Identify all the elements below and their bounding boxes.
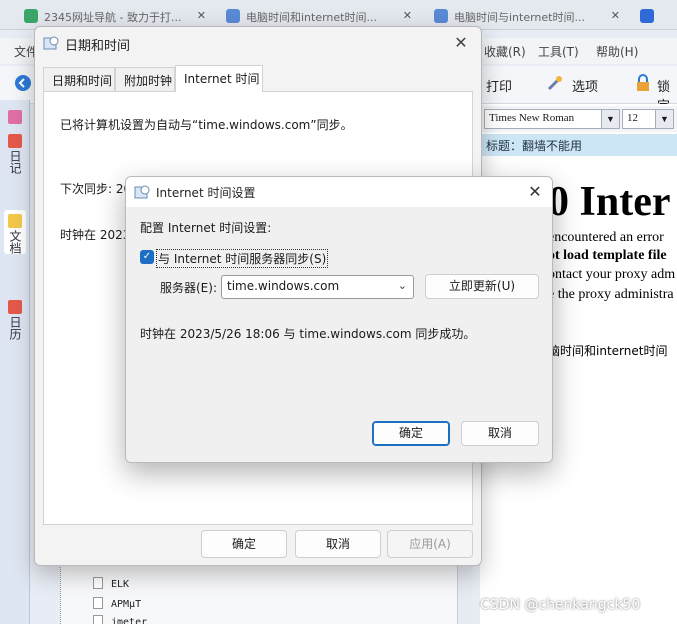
doc-heading: 0 Inter <box>548 179 671 225</box>
close-icon[interactable]: ✕ <box>611 9 620 22</box>
browser-tab-2[interactable]: 电脑时间和internet时间... ✕ <box>220 4 416 28</box>
tree-item[interactable]: APMμT <box>93 597 141 610</box>
next-sync-text: 下次同步: 20 <box>60 182 132 196</box>
tree-item[interactable]: jmeter <box>93 615 147 624</box>
browser-tab-3[interactable]: 电脑时间与internet时间... ✕ <box>428 4 624 28</box>
doc-title-bar: 标题：翻墙不能用 <box>480 134 677 156</box>
font-name-select[interactable]: Times New Roman ▼ <box>484 109 620 129</box>
dialog-title: Internet 时间设置 <box>156 186 256 200</box>
lock-icon <box>637 74 649 91</box>
file-icon <box>93 577 103 589</box>
apply-button[interactable]: 应用(A) <box>387 530 473 558</box>
sidebar-item-label: 日历 <box>8 316 22 340</box>
home-icon <box>24 9 38 23</box>
gear-icon <box>226 9 240 23</box>
file-icon <box>93 615 103 624</box>
close-icon[interactable]: ✕ <box>403 9 412 22</box>
print-button[interactable]: 打印 <box>486 76 512 95</box>
menu-favorites[interactable]: 收藏(R) <box>484 43 526 60</box>
auto-sync-text: 已将计算机设置为自动与“time.windows.com”同步。 <box>60 118 353 132</box>
chevron-down-icon: ▼ <box>601 110 619 128</box>
cancel-button[interactable]: 取消 <box>461 421 539 446</box>
clock-icon <box>43 36 59 50</box>
back-icon[interactable] <box>14 74 32 92</box>
browser-tab-label: 2345网址导航 - 致力于打... <box>44 11 182 24</box>
app-icon <box>640 9 654 23</box>
app-sidebar: 日记 文档 日历 <box>0 100 30 624</box>
doc-line: encountered an error <box>548 230 664 245</box>
document-icon <box>8 214 22 228</box>
tab-additional-clocks[interactable]: 附加时钟 <box>115 67 175 91</box>
chevron-down-icon: ▼ <box>655 110 673 128</box>
gear-icon <box>434 9 448 23</box>
browser-tab-1[interactable]: 2345网址导航 - 致力于打... ✕ <box>18 4 210 28</box>
doc-line: ot load template file <box>548 248 667 263</box>
tree-item[interactable]: ELK <box>93 577 129 590</box>
server-label: 服务器(E): <box>160 281 217 295</box>
browser-tab-label: 电脑时间与internet时间... <box>454 11 585 24</box>
chevron-down-icon[interactable]: ⌄ <box>398 279 407 292</box>
calendar-icon <box>8 300 22 314</box>
ok-button[interactable]: 确定 <box>372 421 450 446</box>
server-value: time.windows.com <box>227 279 340 293</box>
tab-internet-time[interactable]: Internet 时间 <box>175 65 263 92</box>
sidebar-item-diary[interactable] <box>4 106 26 124</box>
cancel-button[interactable]: 取消 <box>295 530 381 558</box>
clock-status-text: 时钟在 2023 <box>60 228 131 242</box>
browser-tab-4[interactable] <box>634 4 677 28</box>
sidebar-item-label: 日记 <box>8 150 22 174</box>
clock-icon <box>134 185 150 199</box>
file-icon <box>93 597 103 609</box>
server-combobox[interactable]: time.windows.com ⌄ <box>221 275 414 299</box>
watermark: CSDN @chenkangck50 <box>480 597 641 613</box>
dialog-title: 日期和时间 <box>65 39 131 54</box>
config-label: 配置 Internet 时间设置: <box>140 221 272 235</box>
dialog-body: 配置 Internet 时间设置: ✓ 与 Internet 时间服务器同步(S… <box>126 207 552 462</box>
menu-help[interactable]: 帮助(H) <box>596 43 638 60</box>
sync-status-text: 时钟在 2023/5/26 18:06 与 time.windows.com 同… <box>140 327 476 341</box>
sync-checkbox-label[interactable]: 与 Internet 时间服务器同步(S) <box>156 249 329 268</box>
sidebar-item-label: 文档 <box>8 230 22 254</box>
update-now-button[interactable]: 立即更新(U) <box>425 274 539 299</box>
sidebar-item-docs[interactable]: 文档 <box>4 210 26 254</box>
doc-line: ontact your proxy adm <box>548 267 676 282</box>
close-icon[interactable]: ✕ <box>447 31 475 55</box>
font-size-select[interactable]: 12 ▼ <box>622 109 674 129</box>
sidebar-item-diary-text[interactable]: 日记 <box>4 130 26 174</box>
doc-line: 脑时间和internet时间 <box>548 344 668 358</box>
doc-line: e the proxy administra <box>548 287 674 302</box>
ok-button[interactable]: 确定 <box>201 530 287 558</box>
flower-icon <box>8 110 22 124</box>
options-button[interactable]: 选项 <box>572 76 598 95</box>
tab-date-time[interactable]: 日期和时间 <box>43 67 115 91</box>
diary-icon <box>8 134 22 148</box>
sync-checkbox[interactable]: ✓ <box>140 250 154 264</box>
font-toolbar: Times New Roman ▼ 12 ▼ <box>480 106 677 132</box>
browser-tab-label: 电脑时间和internet时间... <box>246 11 377 24</box>
sidebar-item-calendar[interactable]: 日历 <box>4 296 26 340</box>
dialog-header: Internet 时间设置 ✕ <box>126 177 552 207</box>
close-icon[interactable]: ✕ <box>522 180 548 204</box>
close-icon[interactable]: ✕ <box>197 9 206 22</box>
internet-time-settings-dialog: Internet 时间设置 ✕ 配置 Internet 时间设置: ✓ 与 In… <box>125 176 553 463</box>
options-icon <box>547 76 562 91</box>
menu-tools[interactable]: 工具(T) <box>538 43 579 60</box>
